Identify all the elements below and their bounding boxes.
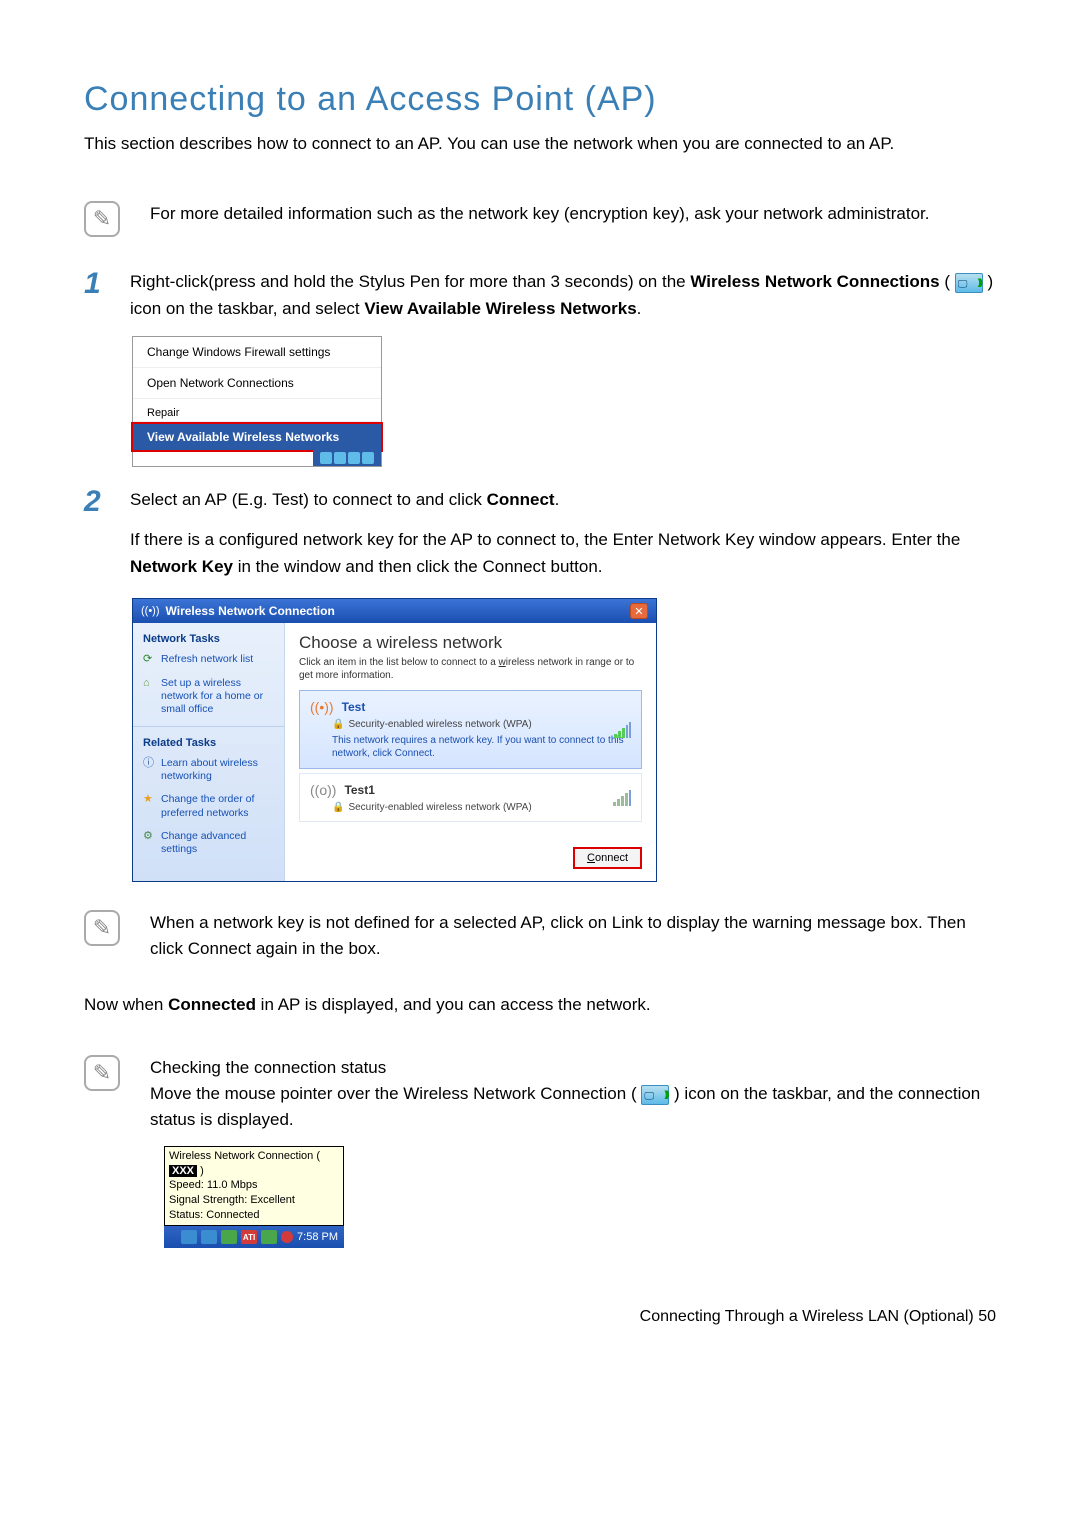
connection-tooltip: Wireless Network Connection ( XXX ) Spee…: [164, 1146, 344, 1226]
tray-icon[interactable]: [221, 1230, 237, 1244]
window-titlebar: ((•)) Wireless Network Connection ✕: [133, 599, 656, 623]
signal-icon: ((•)): [310, 699, 334, 715]
network-tasks-header: Network Tasks: [143, 633, 274, 645]
ctx-open-connections[interactable]: Open Network Connections: [133, 368, 381, 399]
now-connected-text: Now when Connected in AP is displayed, a…: [84, 995, 996, 1015]
network-item-test[interactable]: ((•)) Test 🔒Security-enabled wireless ne…: [299, 690, 642, 769]
wireless-tray-icon: [641, 1085, 669, 1105]
page-title: Connecting to an Access Point (AP): [84, 80, 996, 119]
related-tasks-header: Related Tasks: [143, 737, 274, 749]
connect-button[interactable]: Connect: [573, 847, 642, 869]
wireless-tray-icon: [955, 273, 983, 293]
close-icon[interactable]: ✕: [630, 603, 648, 619]
refresh-network-list[interactable]: ⟳Refresh network list: [143, 653, 274, 667]
ati-tray-icon[interactable]: ATI: [241, 1230, 257, 1244]
lock-icon: 🔒: [332, 719, 344, 730]
step2-body: Select an AP (E.g. Test) to connect to a…: [130, 487, 996, 580]
intro-text: This section describes how to connect to…: [84, 131, 996, 157]
change-advanced[interactable]: ⚙Change advanced settings: [143, 830, 274, 856]
signal-bars-icon: [614, 722, 631, 738]
choose-network-sub: Click an item in the list below to conne…: [299, 657, 642, 682]
note2-text: When a network key is not defined for a …: [150, 910, 996, 963]
network-name: Test1: [344, 783, 374, 797]
wireless-connection-window: ((•)) Wireless Network Connection ✕ Netw…: [132, 598, 657, 882]
signal-icon: ((ο)): [310, 782, 336, 798]
tray-icon[interactable]: [281, 1231, 293, 1243]
wireless-tray-icon[interactable]: [181, 1230, 197, 1244]
main-panel: Choose a wireless network Click an item …: [285, 623, 656, 881]
change-order[interactable]: ★Change the order of preferred networks: [143, 793, 274, 819]
checking-title: Checking the connection status: [150, 1055, 996, 1081]
antenna-icon: ((•)): [141, 605, 160, 617]
ctx-view-networks[interactable]: View Available Wireless Networks: [131, 422, 383, 452]
tray-icon[interactable]: [261, 1230, 277, 1244]
signal-bars-icon: [613, 790, 631, 806]
choose-network-heading: Choose a wireless network: [299, 633, 642, 653]
network-desc: This network requires a network key. If …: [332, 734, 631, 760]
status-tooltip-box: Wireless Network Connection ( XXX ) Spee…: [164, 1146, 344, 1248]
lock-icon: 🔒: [332, 802, 344, 813]
step1-body: Right-click(press and hold the Stylus Pe…: [130, 269, 996, 322]
checking-status-block: Checking the connection status Move the …: [150, 1055, 996, 1134]
ctx-repair[interactable]: Repair: [133, 399, 381, 422]
pencil-note-icon: ✎: [84, 201, 120, 237]
tray-icon[interactable]: [201, 1230, 217, 1244]
learn-wireless[interactable]: ⓘLearn about wireless networking: [143, 757, 274, 783]
context-menu: Change Windows Firewall settings Open Ne…: [132, 336, 382, 467]
sidebar: Network Tasks ⟳Refresh network list ⌂Set…: [133, 623, 285, 881]
network-name: Test: [342, 700, 366, 714]
taskbar-clock: 7:58 PM: [297, 1231, 338, 1243]
window-title-text: Wireless Network Connection: [166, 604, 335, 618]
note1-text: For more detailed information such as th…: [150, 201, 930, 227]
pencil-note-icon: ✎: [84, 1055, 120, 1091]
network-item-test1[interactable]: ((ο)) Test1 🔒Security-enabled wireless n…: [299, 773, 642, 822]
taskbar: ATI 7:58 PM: [164, 1226, 344, 1248]
step-number-1: 1: [84, 269, 114, 299]
ctx-firewall[interactable]: Change Windows Firewall settings: [133, 337, 381, 368]
tray-icons-mini: [313, 450, 381, 466]
pencil-note-icon: ✎: [84, 910, 120, 946]
setup-wireless-network[interactable]: ⌂Set up a wireless network for a home or…: [143, 677, 274, 716]
step-number-2: 2: [84, 487, 114, 517]
page-footer: Connecting Through a Wireless LAN (Optio…: [84, 1308, 996, 1326]
